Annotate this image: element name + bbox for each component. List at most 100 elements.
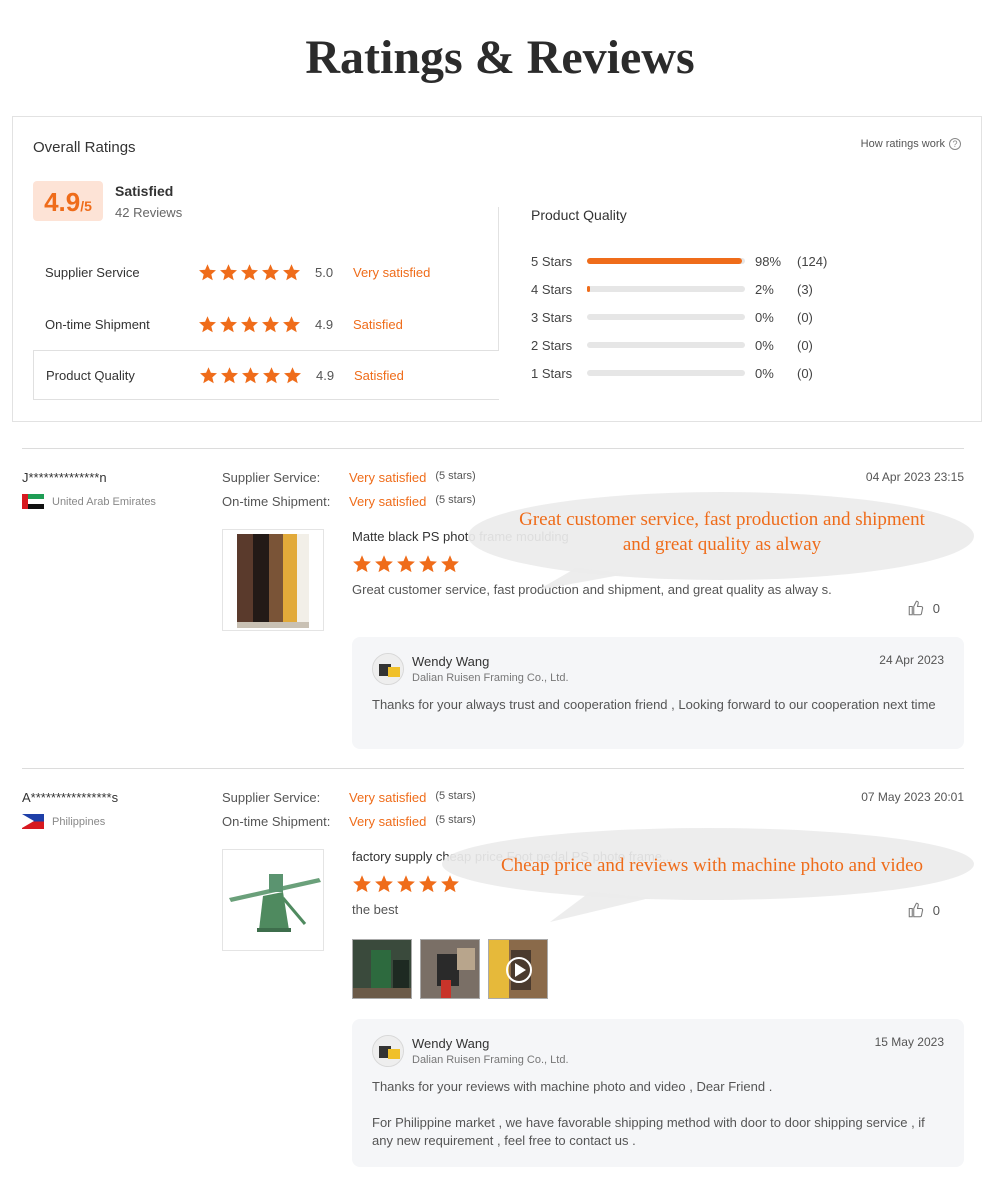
star-icon [200,366,217,383]
star-icon [241,263,258,280]
category-score: 5.0 [315,264,334,280]
supplier-avatar [372,1035,404,1067]
overall-score: 4.9 [44,187,81,217]
star-icon [397,555,415,573]
distribution-percent: 0% [755,337,774,353]
review-stars [352,554,460,574]
star-icon [199,315,216,332]
category-status: Very satisfied [353,264,431,280]
reviewer-name: J**************n [22,470,107,485]
star-icon [441,555,459,573]
distribution-label: 1 Stars [531,365,573,381]
supplier-service-rating: Supplier Service: Very satisfied (5 star… [222,790,476,805]
reply-author: Wendy Wang [412,654,490,669]
distribution-bar [587,286,745,292]
category-label: Supplier Service [45,264,140,280]
star-icon [220,263,237,280]
star-icon [263,366,280,383]
review-date: 07 May 2023 20:01 [861,790,964,804]
star-icon [419,875,437,893]
category-stars [198,315,301,334]
distribution-bar [587,314,745,320]
overall-score-badge: 4.9 /5 [33,181,103,221]
overall-score-max: /5 [80,198,92,214]
distribution-label: 4 Stars [531,281,573,297]
distribution-count: (124) [797,253,828,269]
like-count: 0 [932,600,940,616]
reply-date: 15 May 2023 [874,1035,944,1049]
reply-date: 24 Apr 2023 [879,653,944,667]
distribution-bar [587,342,745,348]
star-icon [283,315,300,332]
reply-company: Dalian Ruisen Framing Co., Ltd. [412,1054,569,1066]
review-divider [22,448,964,449]
distribution-label: 5 Stars [531,253,573,269]
distribution-percent: 0% [755,365,774,381]
product-quality-title: Product Quality [531,207,627,223]
category-on-time-shipment[interactable]: On-time Shipment 4.9 Satisfied [33,299,499,349]
reply-company: Dalian Ruisen Framing Co., Ltd. [412,672,569,684]
reply-text: Thanks for your reviews with machine pho… [372,1079,773,1094]
reply-text: For Philippine market , we have favorabl… [372,1115,925,1148]
distribution-count: (0) [797,337,813,353]
shipment-rating: On-time Shipment: Very satisfied (5 star… [222,814,476,829]
country-name: United Arab Emirates [52,495,156,508]
product-thumbnail[interactable] [222,849,324,951]
uae-flag-icon [22,494,44,509]
panel-divider [498,207,499,350]
supplier-avatar [372,653,404,685]
distribution-count: (0) [797,309,813,325]
supplier-reply: Wendy Wang Dalian Ruisen Framing Co., Lt… [352,1019,964,1167]
category-score: 4.9 [315,316,334,332]
like-button[interactable]: 0 [907,599,940,617]
how-ratings-work-link[interactable]: How ratings work ? [861,138,961,150]
category-status: Satisfied [354,367,404,383]
distribution-percent: 0% [755,309,774,325]
overall-status: Satisfied [115,183,174,199]
star-icon [262,315,279,332]
supplier-service-rating: Supplier Service: Very satisfied (5 star… [222,470,476,485]
distribution-label: 2 Stars [531,337,573,353]
category-status: Satisfied [353,316,403,332]
distribution-percent: 98% [755,253,782,269]
reply-author: Wendy Wang [412,1036,490,1051]
category-stars [199,366,302,385]
callout-line: Cheap price and reviews with machine pho… [500,855,924,876]
callout-text: Cheap price and reviews with machine pho… [462,853,962,878]
distribution-row-5: 5 Stars 98% (124) [531,251,841,271]
star-icon [199,263,216,280]
shipment-label: On-time Shipment: [222,494,331,509]
review-media [352,939,552,1001]
star-icon [221,366,238,383]
shipment-value: Very satisfied [349,814,427,829]
star-icon [283,263,300,280]
help-icon: ? [949,138,961,150]
star-icon [220,315,237,332]
overall-ratings-heading: Overall Ratings [33,139,136,156]
overall-ratings-panel: Overall Ratings How ratings work ? 4.9 /… [12,116,982,422]
supplier-service-label: Supplier Service: [222,470,321,485]
page-title: Ratings & Reviews [305,31,695,84]
country-name: Philippines [52,815,106,828]
how-ratings-work-label: How ratings work [860,138,945,150]
callout-line: and great quality as alway [622,534,822,555]
review-photo-1[interactable] [352,939,412,999]
supplier-reply: Wendy Wang Dalian Ruisen Framing Co., Lt… [352,637,964,749]
star-icon [419,555,437,573]
distribution-count: (0) [797,365,813,381]
distribution-row-2: 2 Stars 0% (0) [531,335,841,355]
overall-review-count: 42 Reviews [115,205,183,220]
category-product-quality[interactable]: Product Quality 4.9 Satisfied [33,350,499,400]
review-photo-2[interactable] [420,939,480,999]
reviewer-name: A****************s [22,790,119,805]
star-icon [284,366,301,383]
distribution-bar [587,258,745,264]
supplier-service-label: Supplier Service: [222,790,321,805]
reviewer-country: United Arab Emirates [22,494,156,509]
review-video[interactable] [488,939,548,999]
distribution-count: (3) [797,281,813,297]
category-stars [198,263,301,282]
star-icon [353,555,371,573]
category-supplier-service[interactable]: Supplier Service 5.0 Very satisfied [33,247,499,297]
product-thumbnail[interactable] [222,529,324,631]
